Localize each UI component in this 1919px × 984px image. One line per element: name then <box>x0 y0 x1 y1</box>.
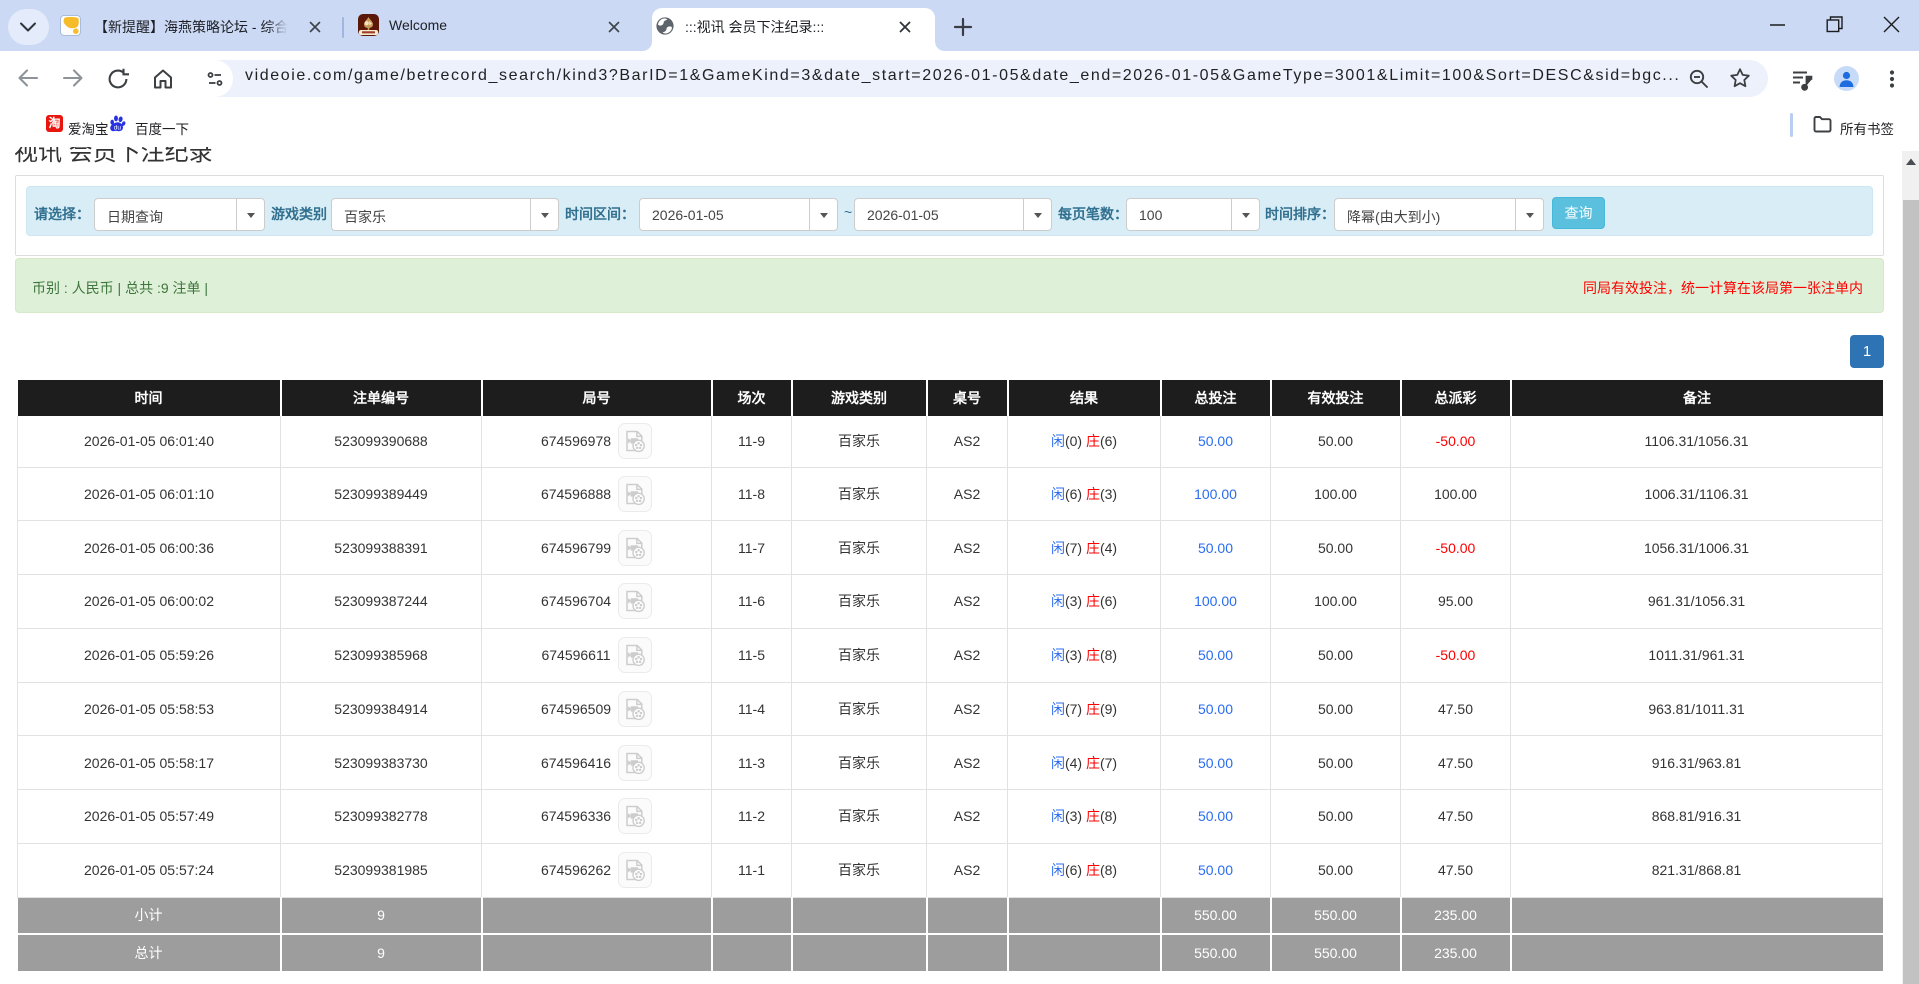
svg-text:du: du <box>114 124 122 131</box>
